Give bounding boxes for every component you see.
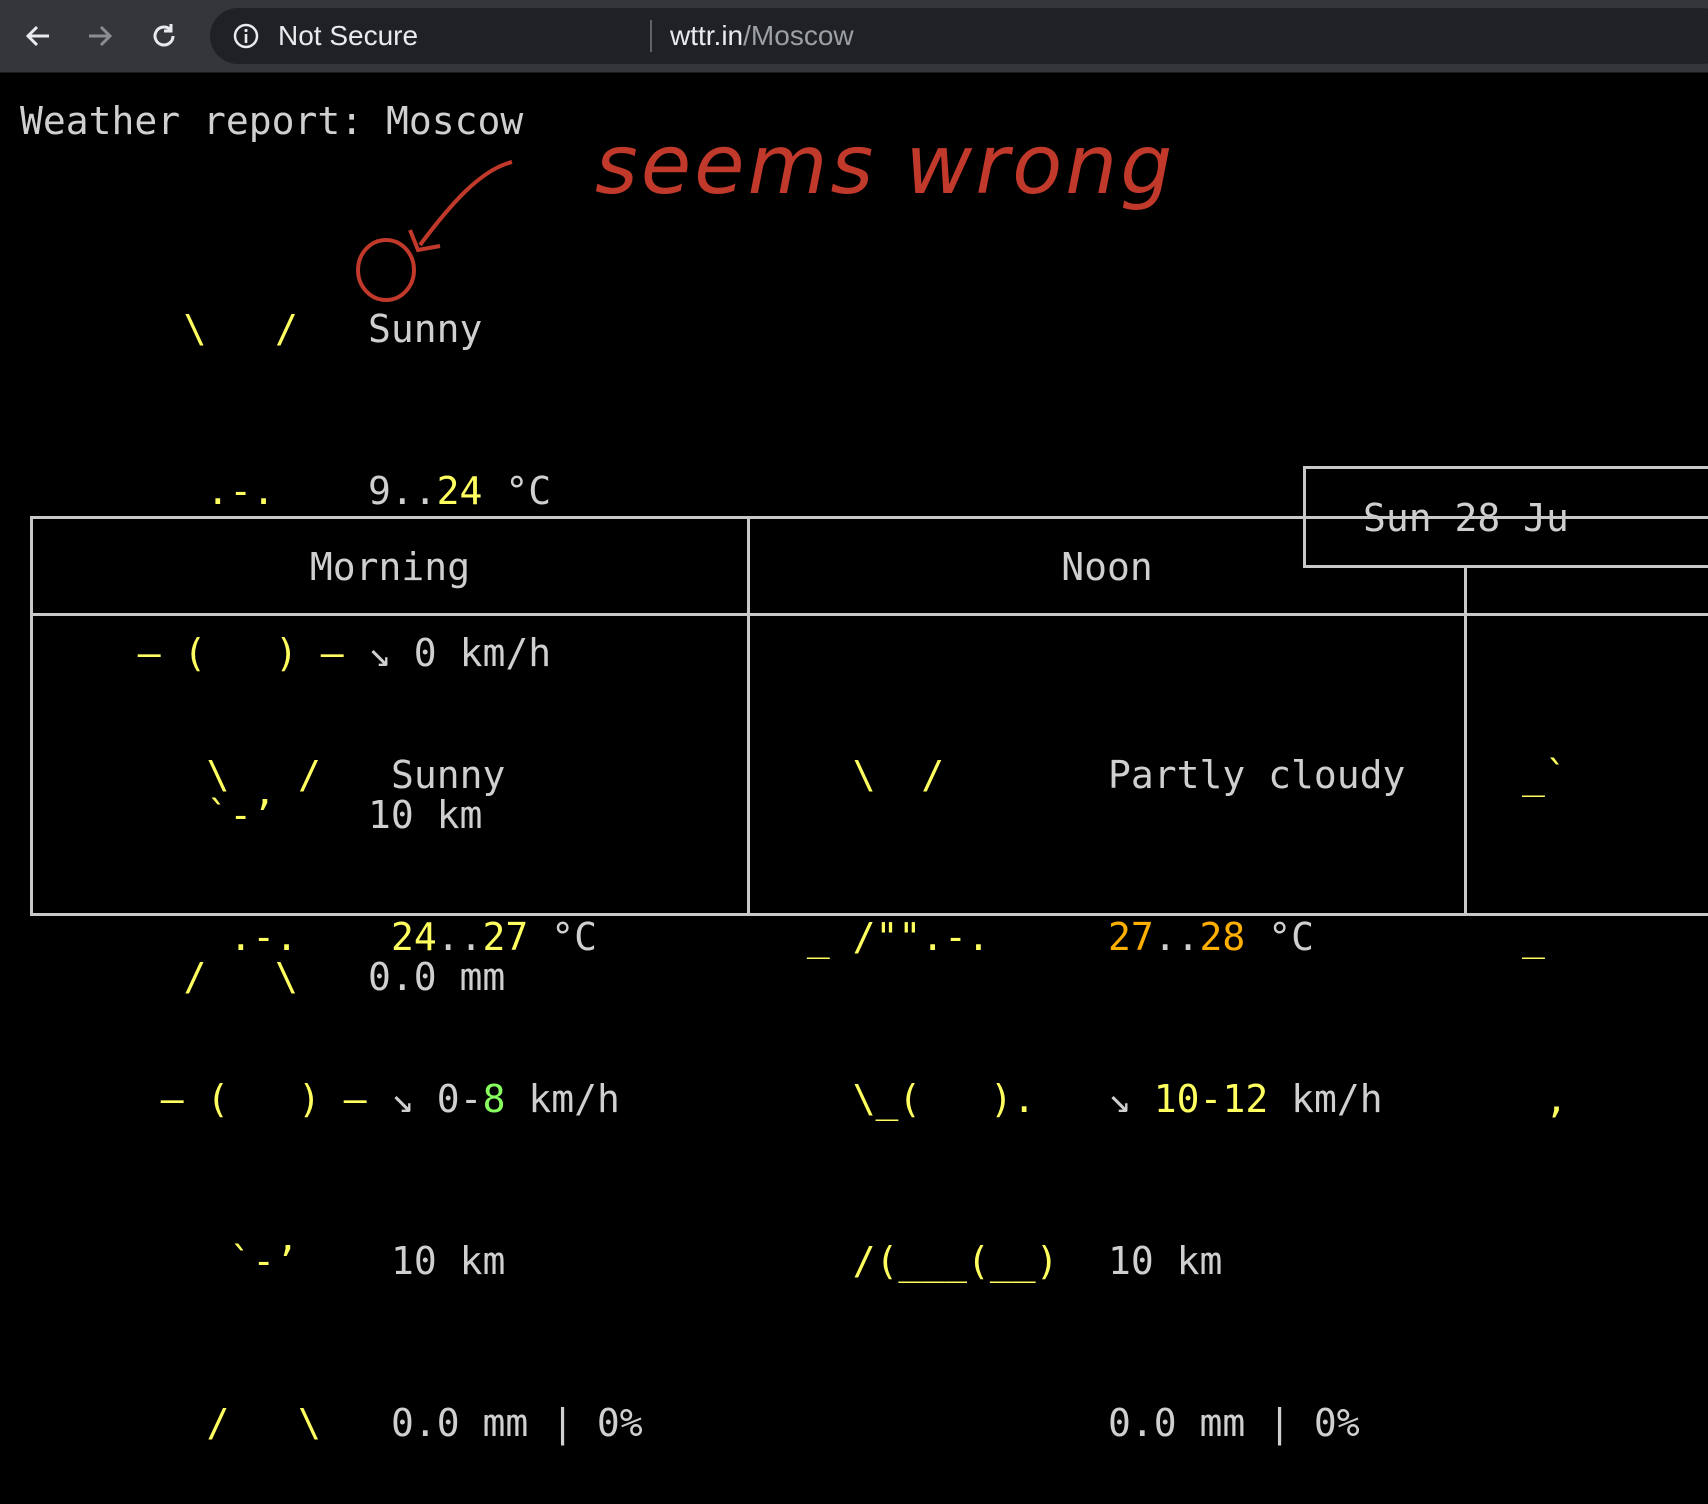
noon-condition: Partly cloudy (1108, 753, 1406, 797)
url-text[interactable]: wttr.in/Moscow (670, 20, 854, 52)
morning-details: Sunny 24..27 °C ↘ 0-8 km/h 10 km 0.0 mm … (391, 640, 643, 1504)
noon-precipitation: 0.0 mm | 0% (1108, 1401, 1360, 1445)
forecast-column-divider (1464, 566, 1467, 916)
back-arrow-icon[interactable] (18, 16, 58, 56)
morning-wind: ↘ 0-8 km/h (391, 1077, 620, 1121)
security-label[interactable]: Not Secure (278, 20, 418, 52)
morning-temperature: 24..27 °C (391, 915, 597, 959)
current-temperature: 9..24 °C (368, 469, 552, 513)
browser-toolbar: Not Secure wttr.in/Moscow (0, 0, 1708, 73)
noon-visibility: 10 km (1108, 1239, 1223, 1283)
morning-visibility: 10 km (391, 1239, 506, 1283)
morning-precipitation: 0.0 mm | 0% (391, 1401, 643, 1445)
morning-condition: Sunny (391, 753, 506, 797)
address-divider (650, 20, 652, 52)
morning-sun-art: \ / .-. ― ( ) ― `-’ / \ (115, 753, 413, 1445)
forward-arrow-icon[interactable] (80, 16, 120, 56)
period-noon-header: Noon (1061, 545, 1153, 589)
noon-temperature: 27..28 °C (1108, 915, 1314, 959)
current-condition: Sunny (368, 307, 483, 351)
reload-icon[interactable] (144, 16, 184, 56)
forecast-header-divider (30, 613, 1708, 616)
page-title: Weather report: Moscow (20, 99, 524, 143)
period-morning-header: Morning (309, 545, 471, 589)
noon-cloud-art: \ / _ /"".-. \_( ). /(___(__) (784, 753, 1082, 1283)
annotation-marks (356, 160, 513, 302)
annotation-text: seems wrong (595, 118, 1176, 213)
annotation-circle (356, 238, 416, 302)
info-icon[interactable] (232, 22, 260, 50)
annotation-arrow (418, 160, 513, 247)
noon-wind: ↘ 10-12 km/h (1108, 1077, 1383, 1121)
noon-details: Partly cloudy 27..28 °C ↘ 10-12 km/h 10 … (1108, 640, 1405, 1504)
address-bar[interactable]: Not Secure wttr.in/Moscow (210, 8, 1708, 64)
evening-partial-art: _` _ , (1522, 753, 1568, 1121)
